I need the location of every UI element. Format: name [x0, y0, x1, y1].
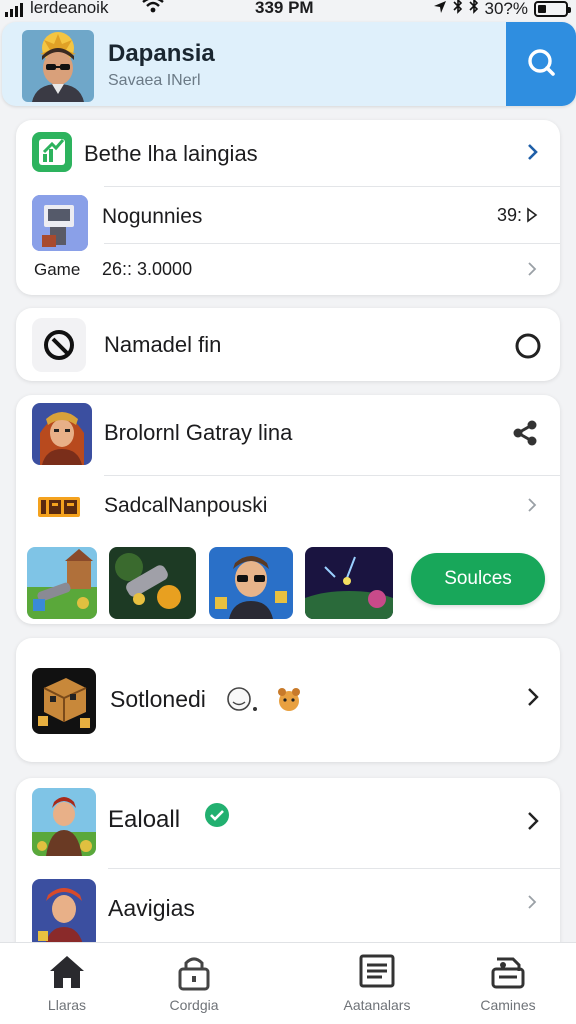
profile-avatar[interactable] — [22, 30, 94, 102]
card-ealoall: Ealoall Aavigias — [16, 778, 560, 958]
card-namadel[interactable]: Namadel fin — [16, 308, 560, 381]
profile-header[interactable]: Dapansia Savaea INerl — [2, 22, 576, 106]
emoji-bear-icon — [274, 684, 304, 719]
search-button[interactable] — [506, 22, 576, 106]
game-thumbnail-4[interactable] — [305, 547, 393, 619]
game-value: 26:: 3.0000 — [102, 259, 193, 279]
card-overview: Bethe lha laingias Nogunnies 39: Game 26… — [16, 120, 560, 295]
list-item-ealoall[interactable]: Ealoall — [16, 778, 560, 866]
circle-icon[interactable] — [514, 332, 542, 365]
header-title: Dapansia — [108, 40, 215, 67]
tray-icon — [489, 953, 527, 996]
game-thumbnail-1[interactable] — [27, 547, 97, 619]
card-gallery: Brolornl Gatray lina SadcalNanpouski Sou… — [16, 395, 560, 624]
tab-cordgia[interactable]: Cordgia — [144, 943, 244, 1024]
tab-home[interactable]: Llaras — [17, 943, 117, 1024]
tab-bar: Llaras Cordgia Aatanalars Camines — [0, 942, 576, 1024]
chart-app-icon — [32, 132, 72, 172]
at-sign-icon — [32, 318, 86, 372]
location-icon — [433, 0, 447, 19]
bluetooth-icon — [452, 0, 463, 19]
card-gallery-title: Brolornl Gatray lina — [104, 420, 293, 445]
battery-percent: 30?% — [484, 0, 528, 18]
game-thumbnail-2[interactable] — [109, 547, 196, 619]
list-item-nogunnies[interactable]: Nogunnies 39: — [16, 187, 560, 251]
card-gallery-title-row[interactable]: Brolornl Gatray lina — [16, 395, 560, 475]
chevron-right-icon — [526, 260, 538, 283]
card-overview-title: Bethe lha laingias — [84, 141, 258, 166]
ibb-logo-icon — [38, 497, 80, 517]
sotlonedi-label: Sotlonedi — [110, 686, 206, 712]
aavigias-label: Aavigias — [108, 895, 195, 921]
list-item-sadcal[interactable]: SadcalNanpouski — [16, 476, 560, 536]
ealoall-label: Ealoall — [108, 806, 181, 833]
game-label: Game — [34, 260, 81, 279]
card-overview-title-row[interactable]: Bethe lha laingias — [16, 120, 560, 186]
character-thumbnail — [32, 403, 92, 465]
list-icon — [358, 953, 396, 994]
verified-check-icon — [204, 802, 230, 833]
card-sotlonedi[interactable]: Sotlonedi — [16, 638, 560, 762]
tab-label: Llaras — [47, 997, 87, 1013]
battery-icon — [534, 0, 571, 17]
play-icon — [526, 207, 538, 228]
list-item-game[interactable]: Game 26:: 3.0000 — [16, 244, 560, 295]
emoji-face-icon — [225, 684, 261, 719]
chevron-right-icon — [526, 810, 540, 837]
lock-icon — [176, 953, 212, 996]
status-bar: lerdeanoik 339 PM 30?% — [0, 0, 576, 20]
hero-thumbnail — [32, 879, 96, 949]
signal-icon — [5, 3, 23, 17]
search-icon — [524, 45, 558, 84]
status-time: 339 PM — [255, 0, 314, 17]
tab-label: Cordgia — [169, 997, 219, 1013]
chevron-right-icon — [526, 496, 538, 519]
computer-thumbnail — [32, 195, 88, 251]
warrior-thumbnail — [32, 788, 96, 856]
wifi-icon — [142, 0, 164, 19]
namadel-label: Namadel fin — [104, 332, 222, 357]
cube-game-thumbnail — [32, 668, 96, 734]
game-thumbnail-3[interactable] — [209, 547, 293, 619]
chevron-right-icon — [526, 893, 538, 916]
sadcal-label: SadcalNanpouski — [104, 494, 268, 517]
header-subtitle: Savaea INerl — [108, 72, 201, 89]
list-item-label: Nogunnies — [102, 205, 203, 228]
tab-aatanalars[interactable]: Aatanalars — [327, 943, 427, 1024]
bluetooth-icon-2 — [468, 0, 479, 19]
share-icon[interactable] — [512, 419, 540, 452]
chevron-right-icon — [526, 686, 540, 713]
sources-button[interactable]: Soulces — [411, 553, 545, 605]
tab-camines[interactable]: Camines — [458, 943, 558, 1024]
home-icon — [47, 953, 87, 996]
chevron-right-icon — [526, 142, 540, 167]
tab-label: Aatanalars — [343, 997, 411, 1013]
list-item-value: 39: — [496, 205, 522, 225]
tab-label: Camines — [480, 997, 536, 1013]
carrier-name: lerdeanoik — [30, 0, 109, 17]
